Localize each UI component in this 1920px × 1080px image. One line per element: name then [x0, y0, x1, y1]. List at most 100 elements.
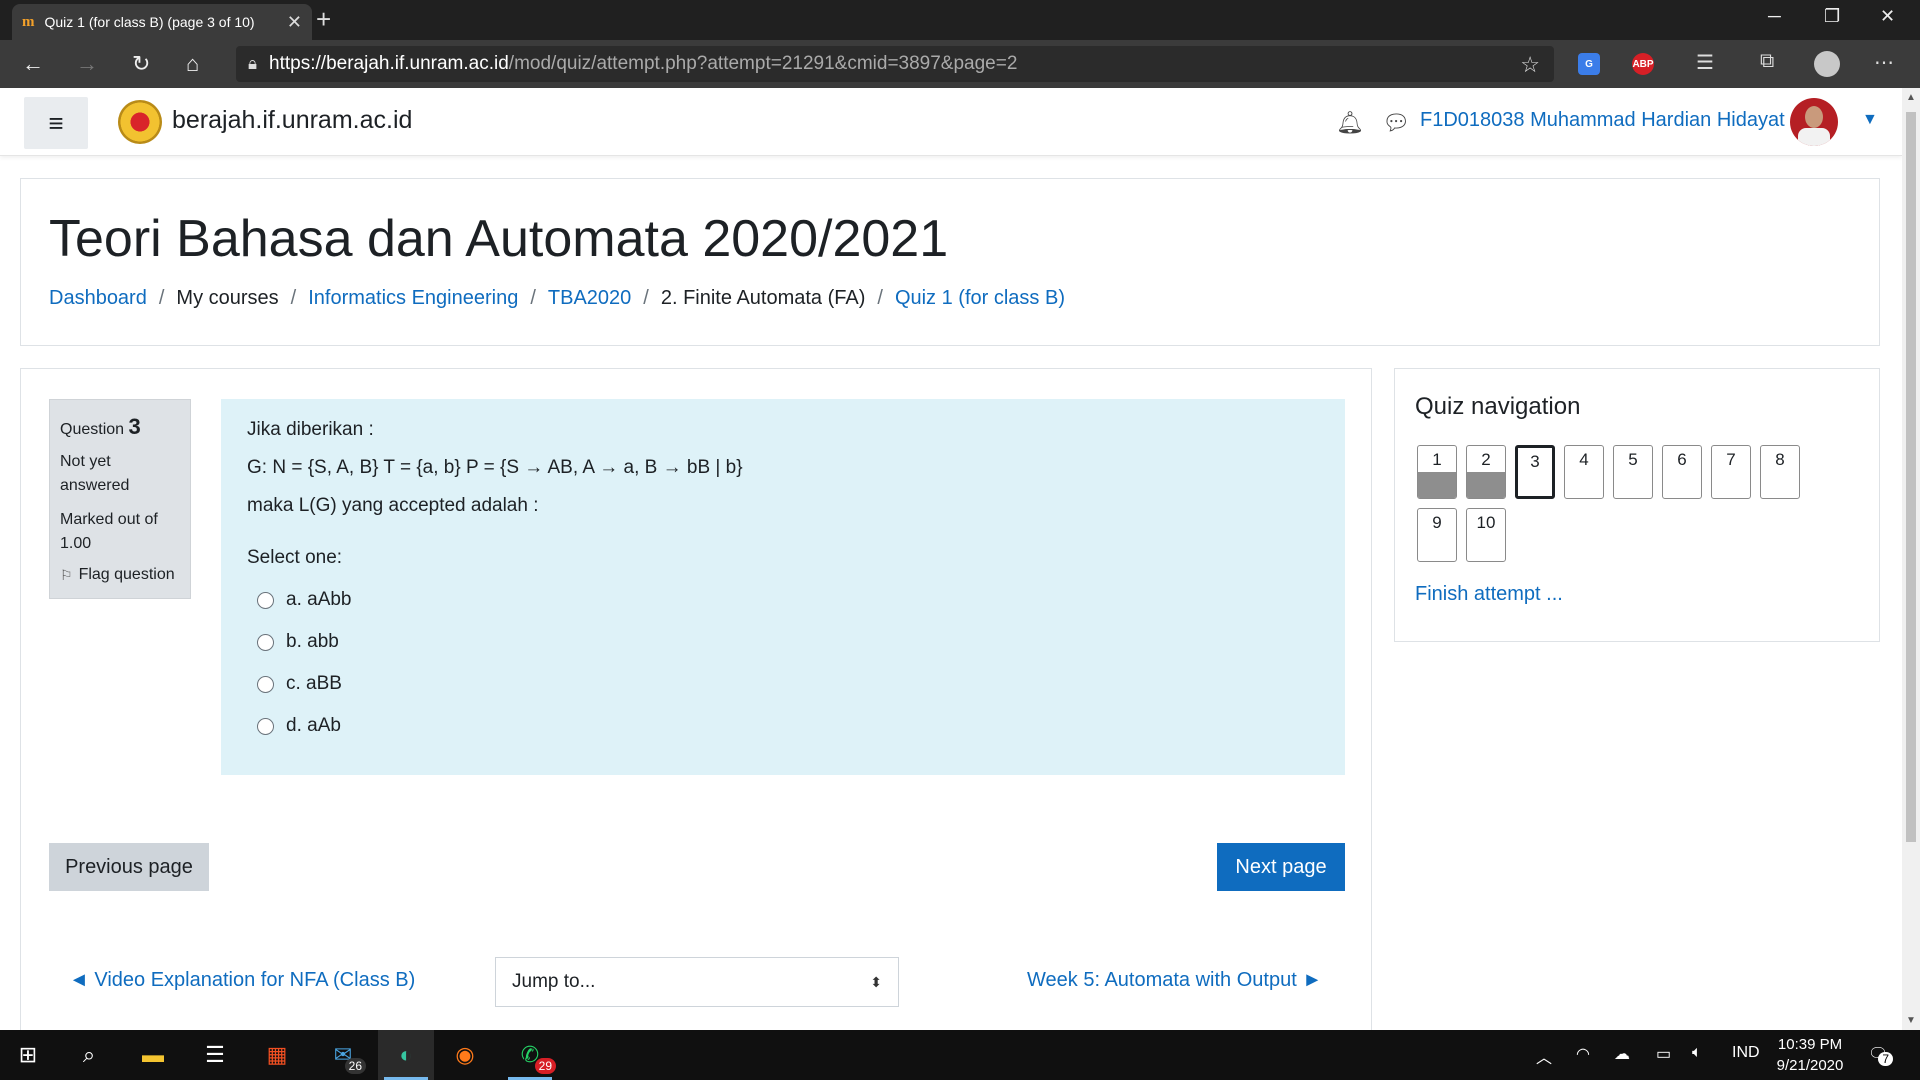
option-label[interactable]: b. abb: [286, 631, 339, 653]
user-menu-caret-icon[interactable]: ▼: [1862, 111, 1878, 129]
user-name[interactable]: F1D018038 Muhammad Hardian Hidayat: [1420, 109, 1785, 132]
favorites-list-icon[interactable]: ☰: [1696, 50, 1714, 75]
flag-question-button[interactable]: ⚐ Flag question: [60, 566, 180, 584]
breadcrumb-separator: /: [877, 287, 883, 309]
quiz-nav-button-10[interactable]: 10: [1466, 508, 1506, 562]
scrollbar-thumb[interactable]: [1906, 112, 1916, 842]
collections-icon[interactable]: ⧉: [1760, 50, 1774, 73]
notifications-bell-icon[interactable]: 🔔︎: [1336, 110, 1364, 136]
firefox-icon[interactable]: ◉: [440, 1030, 490, 1080]
menu-toggle-button[interactable]: ≡: [24, 97, 88, 149]
breadcrumb-dashboard[interactable]: Dashboard: [49, 287, 147, 310]
address-bar[interactable]: 🔒︎ https://berajah.if.unram.ac.id/mod/qu…: [236, 46, 1554, 82]
search-icon[interactable]: ⌕: [64, 1030, 114, 1080]
quiz-navigation-title: Quiz navigation: [1415, 393, 1581, 420]
quiz-nav-button-1[interactable]: 1: [1417, 445, 1457, 499]
mail-icon[interactable]: ✉ 26: [318, 1030, 368, 1080]
wifi-icon[interactable]: ◠: [1576, 1044, 1590, 1064]
input-language[interactable]: IND: [1732, 1044, 1760, 1062]
edge-browser-icon[interactable]: ◐: [378, 1030, 434, 1080]
page-scrollbar[interactable]: ▲ ▼: [1902, 88, 1920, 1030]
question-text-line: G: N = {S, A, B} T = {a, b} P = {S → AB,…: [247, 457, 743, 478]
new-tab-icon[interactable]: +: [316, 6, 331, 32]
action-center-icon[interactable]: 🗨︎7: [1868, 1044, 1903, 1066]
adblock-extension-icon[interactable]: ABP: [1632, 53, 1654, 75]
clock-date: 9/21/2020: [1776, 1057, 1844, 1074]
browser-tab[interactable]: m Quiz 1 (for class B) (page 3 of 10) ✕: [12, 4, 312, 40]
previous-page-button[interactable]: Previous page: [49, 843, 209, 891]
window-close-icon[interactable]: ✕: [1880, 6, 1895, 27]
onedrive-cloud-icon[interactable]: ☁: [1614, 1044, 1630, 1064]
messages-chat-icon[interactable]: 💬︎: [1382, 110, 1410, 136]
breadcrumb-separator: /: [290, 287, 297, 309]
restore-icon[interactable]: ❐: [1824, 6, 1840, 27]
avatar-face: [1805, 106, 1823, 128]
quiz-nav-button-4[interactable]: 4: [1564, 445, 1604, 499]
tray-chevron-icon[interactable]: ︿: [1536, 1044, 1552, 1068]
quiz-nav-button-5[interactable]: 5: [1613, 445, 1653, 499]
quiz-nav-number: 1: [1432, 450, 1442, 469]
question-info-panel: Question 3 Not yet answered Marked out o…: [49, 399, 191, 599]
next-activity-link[interactable]: Week 5: Automata with Output ►: [1027, 969, 1322, 992]
answer-option-c[interactable]: c. aBB: [247, 663, 1319, 705]
system-clock[interactable]: 10:39 PM 9/21/2020: [1770, 1034, 1850, 1076]
quiz-nav-button-3[interactable]: 3: [1515, 445, 1555, 499]
translate-extension-icon[interactable]: G: [1578, 53, 1600, 75]
profile-icon[interactable]: [1814, 51, 1840, 77]
finish-attempt-link[interactable]: Finish attempt ...: [1415, 583, 1563, 606]
file-explorer-icon[interactable]: ▬: [128, 1030, 178, 1080]
more-menu-icon[interactable]: ⋯: [1874, 50, 1894, 75]
quiz-nav-button-8[interactable]: 8: [1760, 445, 1800, 499]
refresh-icon[interactable]: ↻: [132, 50, 150, 78]
jump-to-value: Jump to...: [512, 971, 596, 992]
volume-icon[interactable]: 🔈︎: [1692, 1044, 1702, 1062]
breadcrumb-course[interactable]: TBA2020: [548, 287, 631, 310]
option-label[interactable]: d. aAb: [286, 715, 341, 737]
start-windows-icon[interactable]: ⊞: [0, 1030, 56, 1080]
battery-icon[interactable]: ▭: [1656, 1044, 1671, 1064]
settings-sliders-icon[interactable]: ☰: [190, 1030, 240, 1080]
answered-indicator: [1467, 472, 1505, 498]
minimize-icon[interactable]: ─: [1768, 6, 1781, 27]
radio-button[interactable]: [257, 675, 274, 693]
quiz-nav-number: 2: [1481, 450, 1491, 469]
quiz-navigation-grid: 1 2 3 4 5 6 7 8 9 10: [1417, 445, 1857, 571]
option-label[interactable]: c. aBB: [286, 673, 342, 695]
quiz-nav-number: 6: [1677, 450, 1687, 469]
scroll-up-icon[interactable]: ▲: [1906, 92, 1916, 103]
answer-option-b[interactable]: b. abb: [247, 621, 1319, 663]
answered-indicator: [1418, 472, 1456, 498]
breadcrumb-category[interactable]: Informatics Engineering: [308, 287, 518, 310]
quiz-nav-button-6[interactable]: 6: [1662, 445, 1702, 499]
quiz-nav-button-9[interactable]: 9: [1417, 508, 1457, 562]
next-page-button[interactable]: Next page: [1217, 843, 1345, 891]
tab-close-icon[interactable]: ✕: [287, 12, 302, 33]
home-icon[interactable]: ⌂: [186, 50, 199, 78]
radio-button[interactable]: [257, 591, 274, 609]
browser-tab-bar: m Quiz 1 (for class B) (page 3 of 10) ✕ …: [0, 0, 1920, 40]
forward-icon[interactable]: →: [76, 50, 98, 78]
question-content: Jika diberikan : G: N = {S, A, B} T = {a…: [221, 399, 1345, 775]
scroll-down-icon[interactable]: ▼: [1906, 1015, 1916, 1026]
back-icon[interactable]: ←: [22, 50, 44, 78]
radio-button[interactable]: [257, 633, 274, 651]
quiz-nav-button-2[interactable]: 2: [1466, 445, 1506, 499]
university-logo[interactable]: [118, 100, 162, 144]
answer-option-d[interactable]: d. aAb: [247, 705, 1319, 747]
whatsapp-icon[interactable]: ✆ 29: [502, 1030, 558, 1080]
previous-activity-link[interactable]: ◄ Video Explanation for NFA (Class B): [69, 969, 415, 992]
radio-button[interactable]: [257, 717, 274, 735]
store-icon[interactable]: ▦: [252, 1030, 302, 1080]
site-name[interactable]: berajah.if.unram.ac.id: [172, 106, 412, 135]
breadcrumb-quiz[interactable]: Quiz 1 (for class B): [895, 287, 1065, 310]
quiz-nav-button-7[interactable]: 7: [1711, 445, 1751, 499]
option-label[interactable]: a. aAbb: [286, 589, 352, 611]
moodle-favicon-icon: m: [22, 13, 35, 30]
page-header: Teori Bahasa dan Automata 2020/2021 Dash…: [20, 178, 1880, 346]
avatar[interactable]: [1790, 98, 1838, 146]
answer-option-a[interactable]: a. aAbb: [247, 579, 1319, 621]
favorite-star-icon[interactable]: ☆: [1520, 52, 1540, 78]
question-state: Not yet answered: [60, 453, 130, 494]
quiz-navigation-block: Quiz navigation 1 2 3 4 5 6 7 8 9 10 Finish attem…: [1394, 368, 1880, 642]
jump-to-select[interactable]: Jump to... ⬍: [495, 957, 899, 1007]
